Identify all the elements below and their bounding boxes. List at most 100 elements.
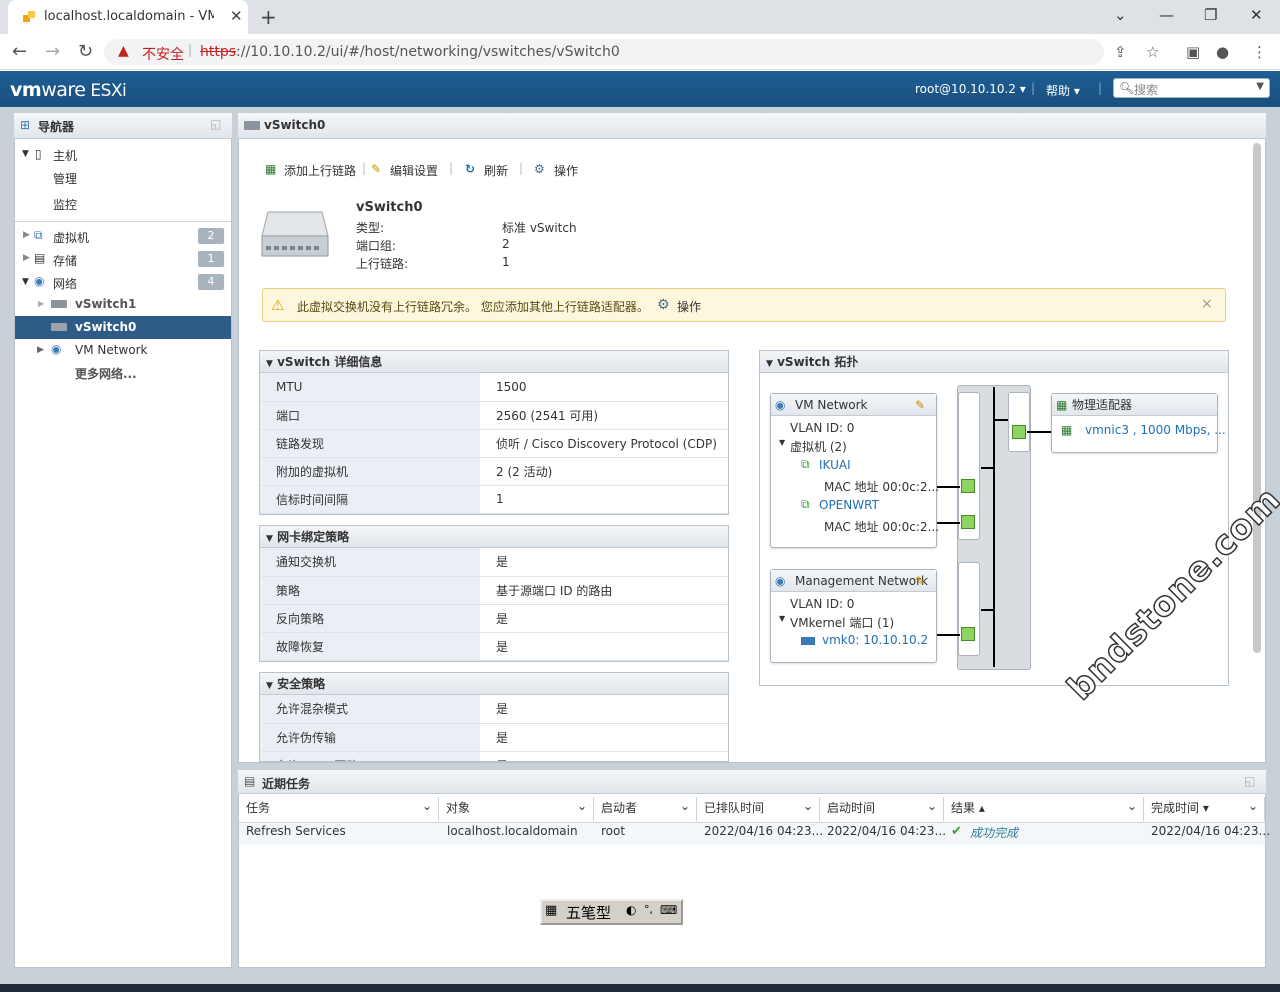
column-header[interactable]: 启动时间 ⌄ <box>820 797 944 821</box>
column-header[interactable]: 结果 ▴ ⌄ <box>944 797 1144 821</box>
property-value: 是 <box>480 632 728 661</box>
back-icon[interactable]: ← <box>12 41 27 62</box>
chevron-right-icon[interactable]: ▶ <box>23 230 30 240</box>
port-icon <box>961 515 975 529</box>
vm-ikuai-link[interactable]: IKUAI <box>819 458 851 472</box>
reload-icon[interactable]: ↻ <box>78 41 93 62</box>
refresh-button[interactable]: 刷新 <box>484 162 508 179</box>
sidebar-item-more-networks[interactable]: 更多网络... <box>75 365 137 382</box>
share-icon[interactable]: ⇪ <box>1114 43 1127 61</box>
close-icon[interactable]: × <box>1201 296 1213 312</box>
search-input[interactable]: 🔍︎ 搜索 ▼ <box>1113 78 1270 98</box>
vswitch-image <box>261 211 329 257</box>
help-menu[interactable]: 帮助 ▾ <box>1046 82 1080 99</box>
summary-name: vSwitch0 <box>356 200 423 215</box>
property-value: 是 <box>480 751 728 761</box>
chevron-right-icon[interactable]: ▶ <box>23 253 30 263</box>
restore-icon[interactable]: ❐ <box>1204 6 1217 24</box>
property-label: 通知交换机 <box>260 548 480 577</box>
physical-adapters-box: ▦ 物理适配器 ▦ vmnic3 , 1000 Mbps, ... <box>1051 393 1226 453</box>
collapse-icon[interactable]: ◱ <box>1244 774 1255 788</box>
refresh-icon: ↻ <box>465 162 476 176</box>
gear-icon: ⚙ <box>534 162 545 176</box>
sidebar-item-manage[interactable]: 管理 <box>53 170 77 187</box>
network-count-badge: 4 <box>198 274 224 290</box>
nic-teaming-panel: ▼ 网卡绑定策略 通知交换机是策略 基于源端口 ID 的路由 反向策略是故障恢复是 <box>259 525 729 662</box>
details-row: 附加的虚拟机 2 (2 活动) <box>260 457 728 486</box>
url-field[interactable]: ▲ 不安全 | https://10.10.10.2/ui/#/host/net… <box>104 39 1104 65</box>
chevron-down-icon: ▼ <box>766 359 773 369</box>
sidebar-item-monitor[interactable]: 监控 <box>53 196 77 213</box>
nic-icon: ▦ <box>1056 398 1068 412</box>
actions-button[interactable]: 操作 <box>554 162 578 179</box>
sidebar-item-storage[interactable]: 存储 <box>53 252 77 269</box>
chevron-right-icon[interactable]: ▶ <box>38 299 44 308</box>
column-header[interactable]: 已排队时间 ⌄ <box>697 797 820 821</box>
tab-close-icon[interactable]: ✕ <box>230 7 243 25</box>
minimize-icon[interactable]: — <box>1159 6 1174 24</box>
close-window-icon[interactable]: ✕ <box>1250 6 1263 24</box>
forward-icon[interactable]: → <box>45 41 60 62</box>
tab-search-icon[interactable]: ⌄ <box>1114 6 1127 24</box>
pencil-icon[interactable]: ✎ <box>915 394 925 416</box>
chevron-down-icon[interactable]: ▼ <box>779 614 785 623</box>
port-icon <box>1012 425 1026 439</box>
success-icon: ✔ <box>951 824 962 839</box>
security-policy-panel: ▼ 安全策略 允许混杂模式是允许伪传输是允许 MAC 更改是 <box>259 672 729 762</box>
warning-alert: ⚠ 此虚拟交换机没有上行链路冗余。 您应添加其他上行链路适配器。 ⚙ 操作 × <box>262 288 1226 322</box>
task-target: localhost.localdomain <box>447 824 578 838</box>
profile-icon[interactable]: ● <box>1216 43 1229 61</box>
user-menu[interactable]: root@10.10.10.2 ▾ <box>915 82 1026 96</box>
property-value: 1500 <box>480 373 728 402</box>
add-uplink-button[interactable]: 添加上行链路 <box>284 162 356 179</box>
teaming-row: 策略 基于源端口 ID 的路由 <box>260 576 728 605</box>
summary-uplinks: 1 <box>502 255 510 269</box>
vmnic3-link[interactable]: vmnic3 , 1000 Mbps, ... <box>1085 423 1226 437</box>
collapse-icon[interactable]: ◱ <box>210 117 221 131</box>
storage-count-badge: 1 <box>198 251 224 267</box>
page-title: vSwitch0 <box>264 118 326 132</box>
teaming-row: 通知交换机是 <box>260 548 728 577</box>
sidebar-item-vms[interactable]: 虚拟机 <box>53 229 89 246</box>
scrollbar[interactable] <box>1253 143 1261 653</box>
sidebar-item-network[interactable]: 网络 <box>53 275 77 292</box>
bookmark-star-icon[interactable]: ☆ <box>1146 43 1159 61</box>
pencil-icon[interactable]: ✎ <box>915 570 925 592</box>
chevron-down-icon[interactable]: ▼ <box>1256 81 1264 92</box>
security-row: 允许混杂模式是 <box>260 695 728 724</box>
column-header[interactable]: 对象 ⌄ <box>439 797 594 821</box>
chevron-down-icon[interactable]: ▼ <box>22 149 29 159</box>
vm-openwrt-link[interactable]: OPENWRT <box>819 498 879 512</box>
column-header[interactable]: 任务 ⌄ <box>239 797 439 821</box>
browser-tab[interactable]: localhost.localdomain - VMware ESXi ✕ <box>8 0 248 34</box>
property-value: 基于源端口 ID 的路由 <box>480 576 728 605</box>
vmk0-link[interactable]: vmk0: 10.10.10.2 <box>822 633 928 647</box>
new-tab-button[interactable]: + <box>260 5 277 29</box>
alert-actions-button[interactable]: 操作 <box>677 298 701 315</box>
menu-icon[interactable]: ⋮ <box>1252 43 1267 61</box>
sidebar-item-host[interactable]: 主机 <box>53 147 77 164</box>
warning-icon: ⚠ <box>271 296 285 314</box>
navigator-icon: ⊞ <box>20 118 31 132</box>
content-header: vSwitch0 <box>238 113 1266 139</box>
chevron-down-icon: ⌄ <box>802 799 813 813</box>
sidebar-item-vswitch0[interactable]: vSwitch0 <box>75 320 136 334</box>
url-text: https://10.10.10.2/ui/#/host/networking/… <box>200 44 620 60</box>
chevron-down-icon[interactable]: ▼ <box>779 438 785 447</box>
chevron-right-icon[interactable]: ▶ <box>37 345 44 355</box>
chevron-down-icon[interactable]: ▼ <box>22 277 29 287</box>
host-icon: ▯ <box>35 147 42 161</box>
sidebar-item-vswitch1[interactable]: vSwitch1 <box>75 297 136 311</box>
ime-toolbar[interactable]: ▦ 五笔型 ◐ °, ⌨ <box>540 899 683 925</box>
sidebar-icon[interactable]: ▣ <box>1186 43 1200 61</box>
vm-icon: ⧉ <box>801 497 810 511</box>
task-completed: 2022/04/16 04:23... <box>1151 824 1271 838</box>
not-secure-label: 不安全 <box>142 47 184 63</box>
column-header[interactable]: 完成时间 ▾ ⌄ <box>1144 797 1265 821</box>
edit-settings-button[interactable]: 编辑设置 <box>390 162 438 179</box>
property-label: 故障恢复 <box>260 632 480 661</box>
task-name: Refresh Services <box>246 824 346 838</box>
column-header[interactable]: 启动者 ⌄ <box>594 797 697 821</box>
sidebar-item-vm-network[interactable]: VM Network <box>75 343 147 357</box>
port-icon <box>961 479 975 493</box>
